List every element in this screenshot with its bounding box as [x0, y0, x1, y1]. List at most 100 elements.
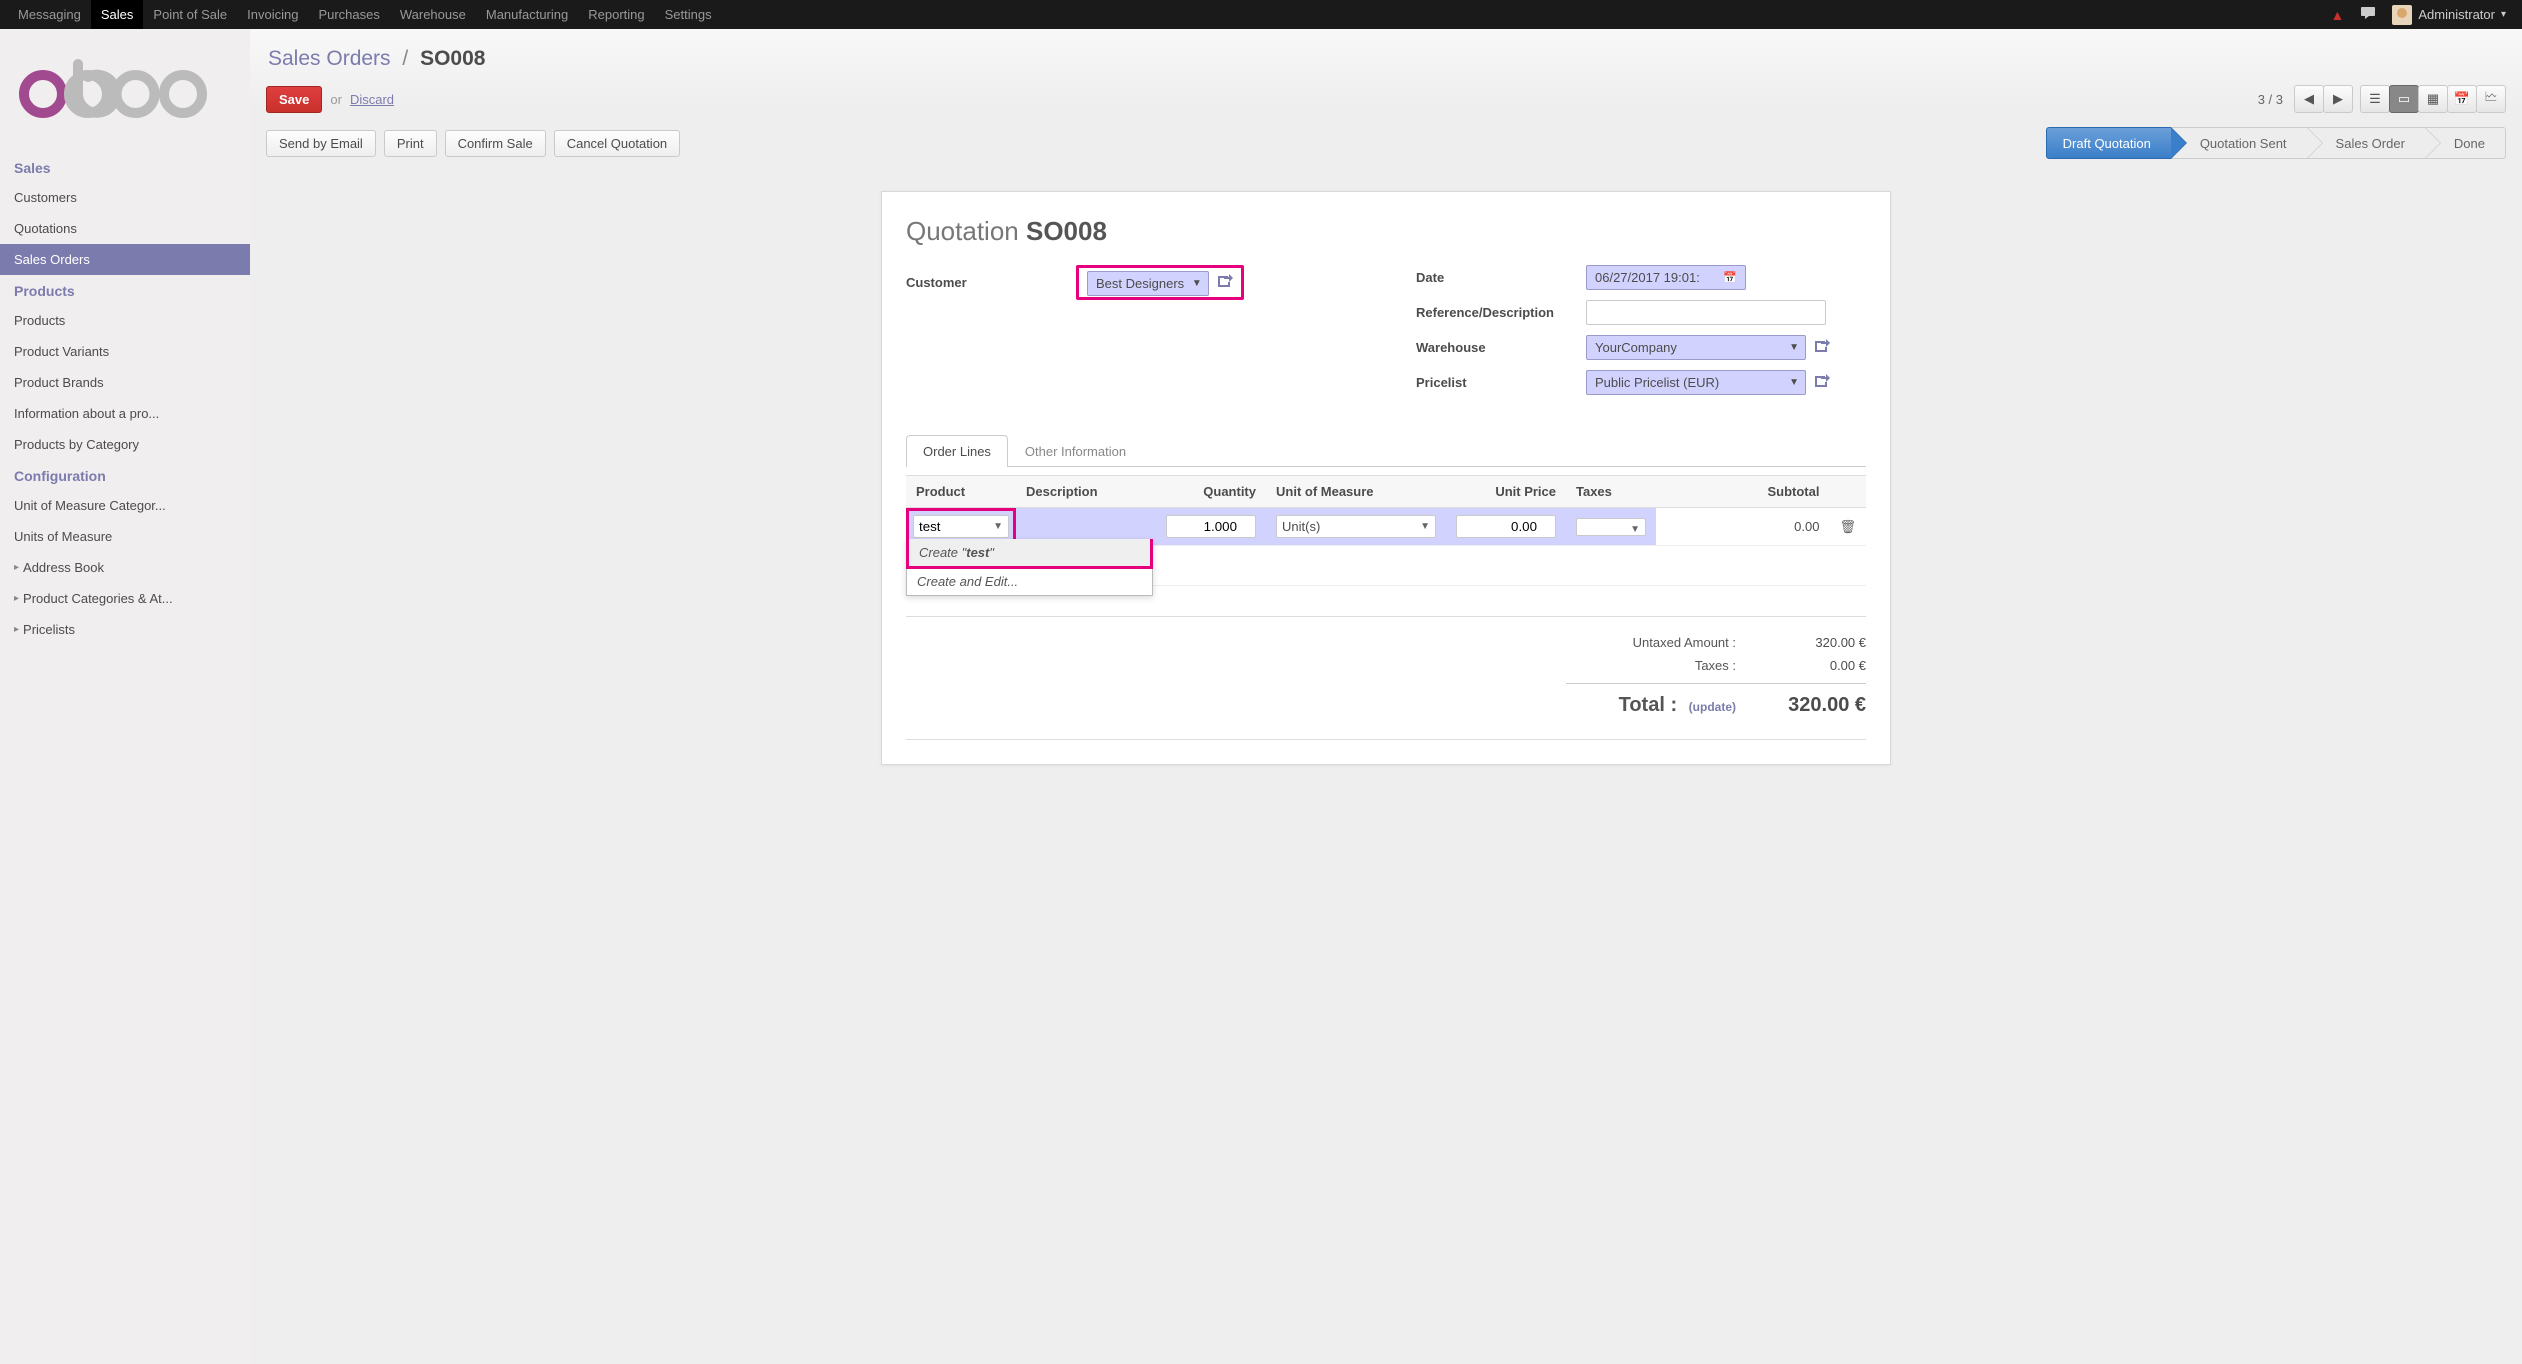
th-quantity[interactable]: Quantity — [1156, 476, 1266, 508]
total-label: Total : (update) — [1576, 694, 1736, 717]
status-order[interactable]: Sales Order — [2307, 127, 2426, 159]
caret-down-icon: ▼ — [1420, 521, 1430, 532]
th-taxes[interactable]: Taxes — [1566, 476, 1656, 508]
caret-down-icon: ▼ — [1192, 278, 1202, 289]
warehouse-value: YourCompany — [1595, 340, 1677, 355]
sidebar-item-uom[interactable]: Units of Measure — [0, 521, 250, 552]
graph-view-icon[interactable]: 🗠 — [2476, 85, 2506, 113]
date-value: 06/27/2017 19:01: — [1595, 270, 1700, 285]
date-input[interactable]: 06/27/2017 19:01: 📅 — [1586, 265, 1746, 290]
uom-select[interactable]: Unit(s) — [1276, 515, 1436, 538]
customer-select[interactable]: Best Designers ▼ — [1087, 271, 1209, 296]
chat-icon[interactable] — [2352, 6, 2384, 23]
pricelist-value: Public Pricelist (EUR) — [1595, 375, 1719, 390]
breadcrumb-parent[interactable]: Sales Orders — [268, 47, 391, 70]
sidebar-header-sales: Sales — [0, 152, 250, 182]
warehouse-label: Warehouse — [1416, 340, 1586, 355]
form-view-icon[interactable]: ▭ — [2389, 85, 2419, 113]
sidebar-item-label: Address Book — [23, 560, 104, 575]
nav-purchases[interactable]: Purchases — [308, 0, 389, 29]
pager: 3 / 3 — [2258, 92, 2283, 107]
ref-label: Reference/Description — [1416, 305, 1586, 320]
status-sent[interactable]: Quotation Sent — [2171, 127, 2308, 159]
logo — [0, 39, 250, 152]
sidebar-item-products[interactable]: Products — [0, 305, 250, 336]
page-title: Quotation SO008 — [906, 216, 1866, 247]
list-view-icon[interactable]: ☰ — [2360, 85, 2390, 113]
nav-settings[interactable]: Settings — [655, 0, 722, 29]
user-menu[interactable]: Administrator ▾ — [2384, 5, 2514, 25]
confirm-sale-button[interactable]: Confirm Sale — [445, 130, 546, 157]
ref-input[interactable] — [1586, 300, 1826, 325]
sidebar-header-config: Configuration — [0, 460, 250, 490]
nav-reporting[interactable]: Reporting — [578, 0, 654, 29]
tab-other-info[interactable]: Other Information — [1008, 435, 1143, 467]
sidebar-item-variants[interactable]: Product Variants — [0, 336, 250, 367]
th-description[interactable]: Description — [1016, 476, 1156, 508]
nav-messaging[interactable]: Messaging — [8, 0, 91, 29]
warehouse-select[interactable]: YourCompany ▼ — [1586, 335, 1806, 360]
sidebar-item-quotations[interactable]: Quotations — [0, 213, 250, 244]
user-name: Administrator — [2418, 7, 2495, 22]
external-link-icon[interactable] — [1217, 276, 1233, 291]
or-text: or — [330, 92, 342, 107]
update-link[interactable]: (update) — [1689, 700, 1736, 714]
status-bar: Draft Quotation Quotation Sent Sales Ord… — [2047, 127, 2506, 159]
autocomplete-create-edit[interactable]: Create and Edit... — [907, 568, 1152, 595]
sidebar-item-brands[interactable]: Product Brands — [0, 367, 250, 398]
print-button[interactable]: Print — [384, 130, 437, 157]
title-value: SO008 — [1026, 216, 1107, 246]
sidebar-item-pricelists[interactable]: ▸Pricelists — [0, 614, 250, 645]
pager-prev[interactable]: ◀ — [2294, 85, 2324, 113]
pager-next[interactable]: ▶ — [2323, 85, 2353, 113]
totals: Untaxed Amount : 320.00 € Taxes : 0.00 €… — [906, 616, 1866, 721]
action-bar: Send by Email Print Confirm Sale Cancel … — [250, 123, 2522, 171]
calendar-view-icon[interactable]: 📅 — [2447, 85, 2477, 113]
nav-warehouse[interactable]: Warehouse — [390, 0, 476, 29]
send-email-button[interactable]: Send by Email — [266, 130, 376, 157]
th-product[interactable]: Product — [906, 476, 1016, 508]
title-label: Quotation — [906, 216, 1026, 246]
calendar-icon: 📅 — [1723, 271, 1737, 284]
alert-icon[interactable]: ▲ — [2323, 7, 2353, 23]
th-unit-price[interactable]: Unit Price — [1446, 476, 1566, 508]
quantity-input[interactable] — [1166, 515, 1256, 538]
discard-link[interactable]: Discard — [350, 92, 394, 107]
external-link-icon[interactable] — [1814, 374, 1830, 391]
toolbar: Save or Discard 3 / 3 ◀ ▶ ☰ ▭ ▦ 📅 🗠 — [250, 81, 2522, 123]
breadcrumb-current: SO008 — [420, 47, 485, 70]
pricelist-select[interactable]: Public Pricelist (EUR) ▼ — [1586, 370, 1806, 395]
caret-down-icon: ▼ — [993, 521, 1003, 532]
ac-prefix: Create " — [919, 545, 966, 560]
sidebar-item-uom-categ[interactable]: Unit of Measure Categor... — [0, 490, 250, 521]
customer-highlight: Best Designers ▼ — [1076, 265, 1244, 300]
sidebar-item-customers[interactable]: Customers — [0, 182, 250, 213]
caret-right-icon: ▸ — [14, 562, 19, 573]
tab-order-lines[interactable]: Order Lines — [906, 435, 1008, 467]
sidebar-item-address-book[interactable]: ▸ Address Book — [0, 552, 250, 583]
nav-pos[interactable]: Point of Sale — [143, 0, 237, 29]
content-area: Sales Orders / SO008 Save or Discard 3 /… — [250, 29, 2522, 1364]
th-uom[interactable]: Unit of Measure — [1266, 476, 1446, 508]
untaxed-label: Untaxed Amount : — [1576, 635, 1736, 650]
form-sheet: Quotation SO008 Customer Best Designers … — [881, 191, 1891, 765]
trash-icon[interactable]: 🗑 — [1839, 519, 1856, 534]
untaxed-value: 320.00 € — [1736, 635, 1866, 650]
nav-invoicing[interactable]: Invoicing — [237, 0, 308, 29]
sidebar-item-info[interactable]: Information about a pro... — [0, 398, 250, 429]
caret-right-icon: ▸ — [14, 593, 19, 604]
nav-sales[interactable]: Sales — [91, 0, 144, 29]
cancel-quotation-button[interactable]: Cancel Quotation — [554, 130, 680, 157]
unit-price-input[interactable] — [1456, 515, 1556, 538]
kanban-view-icon[interactable]: ▦ — [2418, 85, 2448, 113]
sidebar-item-by-category[interactable]: Products by Category — [0, 429, 250, 460]
autocomplete-create[interactable]: Create "test" — [909, 539, 1150, 566]
save-button[interactable]: Save — [266, 86, 322, 113]
sidebar-item-sales-orders[interactable]: Sales Orders — [0, 244, 250, 275]
status-draft[interactable]: Draft Quotation — [2046, 127, 2172, 159]
th-subtotal[interactable]: Subtotal — [1656, 476, 1829, 508]
total-value: 320.00 € — [1736, 694, 1866, 717]
sidebar-item-prod-categ[interactable]: ▸Product Categories & At... — [0, 583, 250, 614]
nav-manufacturing[interactable]: Manufacturing — [476, 0, 578, 29]
external-link-icon[interactable] — [1814, 339, 1830, 356]
